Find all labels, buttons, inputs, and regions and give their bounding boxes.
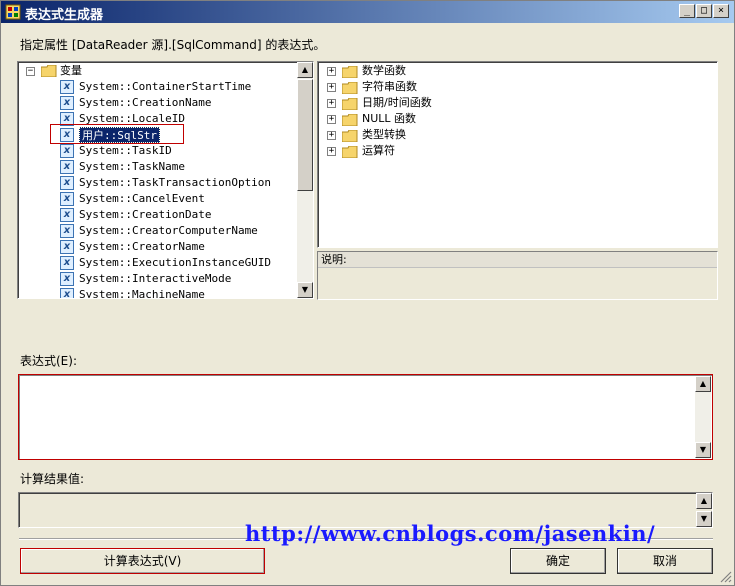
variable-item[interactable]: System::InteractiveMode	[79, 271, 231, 287]
function-category[interactable]: NULL 函数	[362, 111, 416, 127]
maximize-button[interactable]: □	[696, 4, 712, 18]
expand-icon[interactable]: +	[327, 131, 336, 140]
variable-icon: x	[60, 240, 74, 254]
variable-item[interactable]: System::ContainerStartTime	[79, 79, 251, 95]
close-button[interactable]: ×	[713, 4, 729, 18]
variable-icon: x	[60, 144, 74, 158]
left-tree-scrollbar[interactable]: ▲ ▼	[297, 62, 313, 298]
variable-icon: x	[60, 224, 74, 238]
variable-item[interactable]: System::CreatorComputerName	[79, 223, 258, 239]
watermark-url: http://www.cnblogs.com/jasenkin/	[245, 521, 656, 546]
window-title: 表达式生成器	[25, 8, 104, 23]
result-label: 计算结果值:	[20, 472, 85, 486]
expression-builder-window: 表达式生成器 _ □ × 指定属性 [DataReader 源].[SqlCom…	[0, 0, 735, 586]
variable-item[interactable]: System::CreatorName	[79, 239, 205, 255]
folder-icon	[342, 98, 358, 110]
variable-item[interactable]: System::CreationName	[79, 95, 211, 111]
expand-icon[interactable]: +	[327, 67, 336, 76]
expand-icon[interactable]: +	[327, 147, 336, 156]
scroll-up-icon[interactable]: ▲	[297, 62, 313, 78]
expression-scrollbar[interactable]: ▲ ▼	[695, 376, 711, 458]
tree-root-variables[interactable]: 变量	[60, 63, 82, 79]
description-area: 说明:	[317, 251, 718, 300]
function-category[interactable]: 日期/时间函数	[362, 95, 432, 111]
function-category[interactable]: 类型转换	[362, 127, 406, 143]
minimize-button[interactable]: _	[679, 4, 695, 18]
variable-item[interactable]: System::CancelEvent	[79, 191, 205, 207]
folder-icon	[41, 65, 57, 77]
variable-icon: x	[60, 256, 74, 270]
variable-icon: x	[60, 192, 74, 206]
resize-grip-icon[interactable]	[720, 571, 732, 583]
expand-icon[interactable]: +	[327, 83, 336, 92]
folder-icon	[342, 114, 358, 126]
scroll-down-icon[interactable]: ▼	[696, 511, 712, 527]
highlight-frame	[50, 124, 184, 144]
property-prompt: 指定属性 [DataReader 源].[SqlCommand] 的表达式。	[20, 38, 326, 52]
app-icon	[5, 4, 21, 20]
variable-item[interactable]: System::TaskTransactionOption	[79, 175, 271, 191]
expand-icon[interactable]: +	[327, 99, 336, 108]
variable-icon: x	[60, 96, 74, 110]
variable-item[interactable]: System::MachineName	[79, 287, 205, 298]
variable-icon: x	[60, 208, 74, 222]
expression-label: 表达式(E):	[20, 354, 77, 368]
scroll-down-icon[interactable]: ▼	[695, 442, 711, 458]
function-category[interactable]: 运算符	[362, 143, 395, 159]
title-bar[interactable]: 表达式生成器 _ □ ×	[1, 1, 734, 23]
variables-tree[interactable]: − 变量 x System::ContainerStartTime x System:…	[17, 61, 314, 299]
scroll-up-icon[interactable]: ▲	[696, 493, 712, 509]
folder-icon	[342, 130, 358, 142]
folder-icon	[342, 66, 358, 78]
functions-tree[interactable]: + 数学函数 + 字符串函数 + 日期/时间函数 + NULL 函数 + 类型转换 + 运算符	[317, 61, 718, 248]
ok-button[interactable]: 确定	[510, 548, 606, 574]
variable-item[interactable]: System::CreationDate	[79, 207, 211, 223]
variable-icon: x	[60, 288, 74, 298]
variable-item[interactable]: System::ExecutionInstanceGUID	[79, 255, 271, 271]
variable-item[interactable]: System::TaskName	[79, 159, 185, 175]
variable-icon: x	[60, 160, 74, 174]
scroll-down-icon[interactable]: ▼	[297, 282, 313, 298]
collapse-icon[interactable]: −	[26, 67, 35, 76]
scroll-up-icon[interactable]: ▲	[695, 376, 711, 392]
description-label: 说明:	[318, 252, 717, 268]
folder-icon	[342, 146, 358, 158]
cancel-button[interactable]: 取消	[617, 548, 713, 574]
folder-icon	[342, 82, 358, 94]
expression-input[interactable]: ▲ ▼	[18, 374, 713, 460]
expand-icon[interactable]: +	[327, 115, 336, 124]
result-scrollbar[interactable]: ▲ ▼	[696, 493, 712, 527]
variable-icon: x	[60, 272, 74, 286]
evaluate-expression-button[interactable]: 计算表达式(V)	[20, 548, 265, 574]
variable-icon: x	[60, 176, 74, 190]
variable-item[interactable]: System::TaskID	[79, 143, 172, 159]
function-category[interactable]: 数学函数	[362, 63, 406, 79]
variable-icon: x	[60, 80, 74, 94]
scroll-thumb[interactable]	[297, 79, 313, 191]
function-category[interactable]: 字符串函数	[362, 79, 417, 95]
